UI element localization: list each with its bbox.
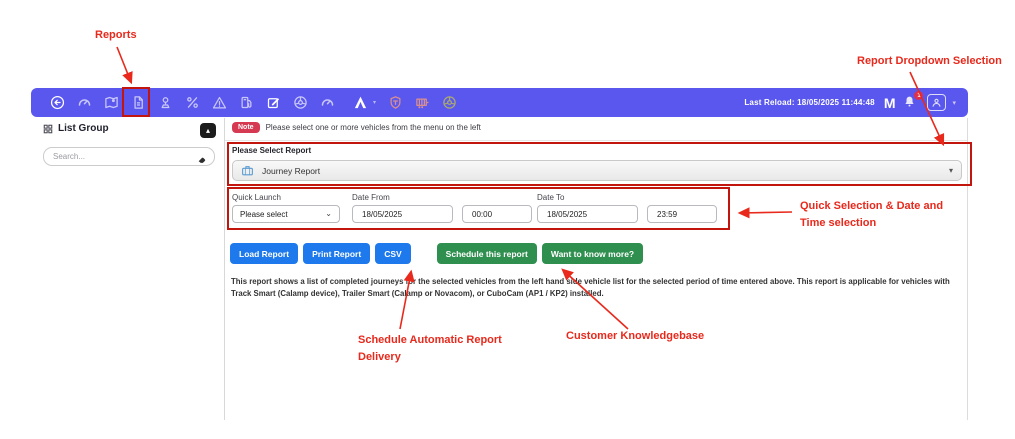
sidebar-header: List Group [43,123,109,134]
time-to-field-wrap [647,205,717,223]
date-from-group: Date From [352,193,453,223]
time-from-field-wrap [462,205,532,223]
sidebar-title: List Group [58,123,109,134]
annotation-quick-selection-line1: Quick Selection & Date and [800,200,944,212]
annotation-quick-selection: Quick Selection & Date and Time selectio… [800,198,943,232]
wheel-olive-icon[interactable] [441,95,457,111]
notification-count-badge: 1 [914,91,924,100]
arrow-reports [116,46,133,85]
quick-launch-select[interactable]: Please select ⌄ [232,205,340,223]
brand-a-caret-icon: ▾ [373,100,377,106]
fuel-pump-icon[interactable] [238,95,254,111]
note-row: Note Please select one or more vehicles … [232,122,481,133]
sidebar-search-box [43,147,215,166]
sidebar-collapse-button[interactable]: ▴ [200,123,216,138]
quick-launch-caret-icon: ⌄ [325,209,332,218]
dashboard-gauge-icon[interactable] [76,95,92,111]
print-report-button[interactable]: Print Report [303,243,371,264]
reports-icon[interactable] [130,95,146,111]
percent-icon[interactable] [184,95,200,111]
quick-launch-group: Quick Launch Please select ⌄ [232,193,340,223]
journey-report-briefcase-icon [241,164,254,177]
date-from-input[interactable] [360,208,445,220]
time-from-group [462,205,532,223]
time-from-input[interactable] [470,208,524,220]
map-route-icon[interactable] [103,95,119,111]
clear-search-eraser-icon[interactable] [197,152,207,163]
annotation-schedule-line1: Schedule Automatic Report [358,334,502,346]
selected-report-value: Journey Report [262,165,321,176]
note-text: Please select one or more vehicles from … [265,123,481,132]
date-from-field-wrap [352,205,453,223]
edit-icon[interactable] [265,95,281,111]
location-pin-icon[interactable] [157,95,173,111]
shield-icon[interactable] [387,95,403,111]
warning-triangle-icon[interactable] [211,95,227,111]
annotation-schedule-line2: Delivery [358,351,401,363]
annotation-reports: Reports [95,29,137,41]
date-to-field-wrap [537,205,638,223]
report-description: This report shows a list of completed jo… [231,277,950,298]
date-to-label: Date To [537,193,565,202]
steering-wheel-icon[interactable] [292,95,308,111]
date-from-label: Date From [352,193,390,202]
report-dropdown-caret-icon: ▾ [948,166,953,175]
know-more-button[interactable]: Want to know more? [541,243,644,264]
annotation-quick-selection-line2: Time selection [800,217,877,229]
time-to-group [647,205,717,223]
report-content-panel: Note Please select one or more vehicles … [225,118,968,420]
search-input[interactable] [51,151,197,162]
user-menu-caret-icon[interactable]: ▾ [952,99,956,107]
top-toolbar: ▾ Last Reload: 18/05/2025 11:44:48 M 1 ▾ [31,88,968,117]
date-to-input[interactable] [545,208,630,220]
annotation-schedule: Schedule Automatic Report Delivery [358,332,502,366]
quick-launch-row: Quick Launch Please select ⌄ Date From D… [232,193,717,223]
report-dropdown[interactable]: Journey Report ▾ [232,160,962,181]
report-buttons-row: Load Report Print Report CSV Schedule th… [230,243,644,264]
date-to-group: Date To [537,193,638,223]
quick-launch-label: Quick Launch [232,193,281,202]
annotation-report-dropdown: Report Dropdown Selection [857,55,1002,67]
last-reload-text: Last Reload: 18/05/2025 11:44:48 [744,98,875,107]
toolbar-right-cluster: Last Reload: 18/05/2025 11:44:48 M 1 ▾ [744,91,956,111]
brand-a-icon[interactable] [352,95,368,111]
time-to-input[interactable] [655,208,709,220]
back-icon[interactable] [49,95,65,111]
quick-launch-value: Please select [240,209,288,219]
list-group-grid-icon [43,124,53,133]
csv-button[interactable]: CSV [375,243,411,264]
app-page: ▾ Last Reload: 18/05/2025 11:44:48 M 1 ▾ [0,0,1015,439]
schedule-report-button[interactable]: Schedule this report [436,243,537,264]
note-badge: Note [232,122,260,133]
brand-m-logo-icon[interactable]: M [884,95,896,111]
load-report-button[interactable]: Load Report [230,243,299,264]
note-divider [225,140,967,141]
annotation-knowledgebase: Customer Knowledgebase [566,330,705,342]
user-account-icon[interactable] [927,94,947,111]
vehicle-list-sidebar: List Group ▴ [37,118,225,420]
notifications-bell-icon[interactable]: 1 [903,91,924,110]
trailer-icon[interactable] [414,95,430,111]
select-report-label: Please Select Report [232,146,312,155]
speedometer-icon[interactable] [319,95,335,111]
